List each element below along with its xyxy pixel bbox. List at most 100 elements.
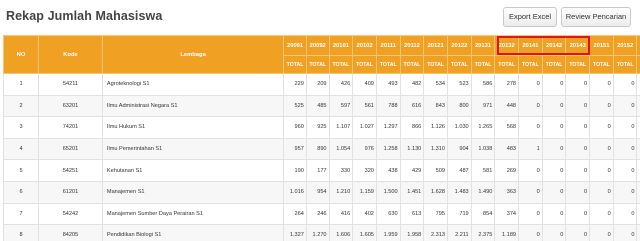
row-total-value: 904 [446, 137, 472, 161]
row-total-value: 795 [423, 202, 448, 226]
column-header-no: NO [3, 35, 40, 74]
row-total-value: 1.327 [283, 224, 307, 241]
column-header-period: 20101 [328, 35, 354, 56]
column-header-period: 20092 [305, 35, 330, 56]
row-program-name: Ilmu Administrasi Negara S1 [101, 94, 285, 118]
row-total-value: 2.375 [470, 224, 496, 241]
row-number: 1 [3, 73, 40, 96]
row-code: 74201 [38, 116, 103, 139]
row-total-value: 1.483 [446, 180, 472, 204]
review-search-button[interactable]: Review Pencarian [561, 7, 631, 27]
column-header-period: 20152 [612, 35, 638, 56]
row-total-value: 509 [423, 159, 448, 182]
page-title: Rekap Jumlah Mahasiswa [6, 9, 163, 23]
table-row: 1 54211 Agroteknologi S1 229 209 426 409 493 482… [3, 73, 640, 96]
row-total-value: 1.490 [470, 180, 496, 204]
row-total-value: 1.030 [446, 116, 472, 139]
row-code: 65201 [38, 137, 103, 161]
row-total-value: 190 [283, 159, 307, 182]
row-total-value: 0 [612, 224, 638, 241]
row-total-value: 0 [589, 180, 614, 204]
column-subheader-total: TOTAL [612, 55, 638, 74]
row-total-value: 2.313 [423, 224, 448, 241]
column-header-period: 20143 [565, 35, 591, 56]
row-total-value: 0 [612, 202, 638, 226]
row-total-value: 1.958 [399, 224, 425, 241]
table-row: 7 54242 Manajemen Sumber Daya Perairan S1 2… [3, 202, 640, 226]
column-subheader-total: TOTAL [352, 55, 377, 74]
row-total-value: 1.297 [375, 116, 401, 139]
row-total-value: 954 [305, 180, 330, 204]
row-total-value: 523 [446, 73, 472, 96]
column-header-period: 20091 [283, 35, 307, 56]
table-row: 2 63201 Ilmu Administrasi Negara S1 525 485 5… [3, 94, 640, 118]
column-subheader-total: TOTAL [589, 55, 614, 74]
row-program-name: Agroteknologi S1 [101, 73, 285, 96]
row-total-value: 0 [518, 224, 543, 241]
column-subheader-total: TOTAL [518, 55, 543, 74]
table-row: 3 74201 Ilmu Hukum S1 960 925 1.107 1.027 1.297… [3, 116, 640, 139]
row-total-value: 448 [494, 94, 520, 118]
row-total-value: 264 [283, 202, 307, 226]
row-total-value: 0 [565, 94, 591, 118]
row-total-value: 482 [399, 73, 425, 96]
row-total-value: 278 [494, 73, 520, 96]
row-total-value: 800 [446, 94, 472, 118]
export-excel-button[interactable]: Export Excel [503, 7, 557, 27]
column-header-period: 20121 [423, 35, 448, 56]
column-header-period: 20141 [518, 35, 543, 56]
row-total-value: 426 [328, 73, 354, 96]
row-total-value: 2.211 [446, 224, 472, 241]
row-total-value: 534 [423, 73, 448, 96]
row-program-name: Kehutanan S1 [101, 159, 285, 182]
column-header-period: 20132 [494, 35, 520, 56]
row-total-value: 483 [494, 137, 520, 161]
row-program-name: Pendidikan Biologi S1 [101, 224, 285, 241]
row-number: 4 [3, 137, 40, 161]
row-program-name: Ilmu Pemerintahan S1 [101, 137, 285, 161]
row-total-value: 890 [305, 137, 330, 161]
row-total-value: 1.265 [470, 116, 496, 139]
row-total-value: 719 [446, 202, 472, 226]
row-total-value: 0 [518, 73, 543, 96]
row-total-value: 581 [470, 159, 496, 182]
row-total-value: 0 [565, 116, 591, 139]
column-header-period: 20112 [399, 35, 425, 56]
column-subheader-total: TOTAL [565, 55, 591, 74]
row-total-value: 0 [589, 73, 614, 96]
row-total-value: 320 [352, 159, 377, 182]
column-header-period: 20122 [446, 35, 472, 56]
row-program-name: Manajemen Sumber Daya Perairan S1 [101, 202, 285, 226]
row-total-value: 1.027 [352, 116, 377, 139]
row-total-value: 0 [518, 180, 543, 204]
column-subheader-total: TOTAL [423, 55, 448, 74]
column-header-lembaga: Lembaga [101, 35, 285, 74]
row-total-value: 788 [375, 94, 401, 118]
column-subheader-total: TOTAL [375, 55, 401, 74]
row-total-value: 525 [283, 94, 307, 118]
row-total-value: 1.959 [375, 224, 401, 241]
row-total-value: 0 [541, 116, 567, 139]
recap-table: NO Kode Lembaga 20091 20092 20101 20102 2011… [3, 35, 640, 241]
row-total-value: 1.500 [375, 180, 401, 204]
column-header-period: 20102 [352, 35, 377, 56]
recap-table-container[interactable]: NO Kode Lembaga 20091 20092 20101 20102 2011… [3, 35, 640, 241]
row-total-value: 0 [589, 159, 614, 182]
row-total-value: 1.451 [399, 180, 425, 204]
row-total-value: 0 [565, 137, 591, 161]
row-total-value: 568 [494, 116, 520, 139]
table-row: 5 54251 Kehutanan S1 190 177 330 320 438 429 509 4… [3, 159, 640, 182]
row-total-value: 402 [352, 202, 377, 226]
row-total-value: 561 [352, 94, 377, 118]
row-total-value: 246 [305, 202, 330, 226]
row-total-value: 0 [541, 94, 567, 118]
row-total-value: 363 [494, 180, 520, 204]
row-total-value: 487 [446, 159, 472, 182]
column-header-kode: Kode [38, 35, 103, 74]
row-total-value: 843 [423, 94, 448, 118]
row-total-value: 0 [565, 180, 591, 204]
row-code: 63201 [38, 94, 103, 118]
row-total-value: 1.016 [283, 180, 307, 204]
row-total-value: 0 [518, 159, 543, 182]
row-total-value: 330 [328, 159, 354, 182]
